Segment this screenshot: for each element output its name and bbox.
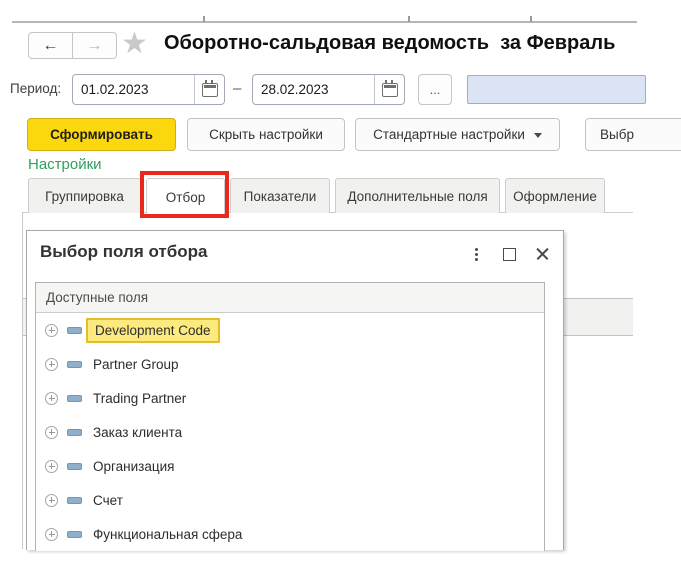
field-item[interactable]: Счет — [36, 483, 544, 517]
expand-plus-icon[interactable] — [45, 324, 58, 337]
field-dash-icon — [67, 497, 82, 504]
field-item[interactable]: Partner Group — [36, 347, 544, 381]
field-dash-icon — [67, 429, 82, 436]
expand-plus-icon[interactable] — [45, 426, 58, 439]
field-item[interactable]: Development Code — [36, 313, 544, 347]
date-from-input[interactable]: 01.02.2023 — [72, 74, 225, 105]
field-item[interactable]: Организация — [36, 449, 544, 483]
field-item-label: Partner Group — [93, 357, 179, 372]
window-maximize-button[interactable] — [501, 246, 517, 262]
available-fields-list: Доступные поля Development Code Partner … — [35, 282, 545, 551]
field-item[interactable]: Trading Partner — [36, 381, 544, 415]
window-close-button[interactable] — [534, 246, 550, 262]
field-item[interactable]: Функциональная сфера — [36, 517, 544, 551]
expand-plus-icon[interactable] — [45, 460, 58, 473]
period-extra-field[interactable] — [467, 75, 646, 104]
close-icon — [536, 248, 549, 261]
date-from-value[interactable]: 01.02.2023 — [73, 75, 194, 104]
forward-button[interactable]: → — [72, 32, 117, 59]
tab-indicators[interactable]: Показатели — [230, 178, 330, 213]
field-dash-icon — [67, 463, 82, 470]
top-divider — [12, 21, 637, 23]
calendar-icon — [382, 83, 398, 97]
dialog-title: Выбор поля отбора — [40, 242, 207, 262]
tab-appearance[interactable]: Оформление — [505, 178, 605, 213]
period-more-button[interactable]: ... — [418, 74, 452, 105]
tab-grouping[interactable]: Группировка — [28, 178, 141, 213]
dialog-window-controls — [468, 246, 550, 262]
date-to-value[interactable]: 28.02.2023 — [253, 75, 374, 104]
period-range-separator: – — [233, 80, 241, 97]
field-item-label: Development Code — [86, 318, 220, 343]
field-item-label: Организация — [93, 459, 174, 474]
field-item-label: Заказ клиента — [93, 425, 182, 440]
calendar-icon — [202, 83, 218, 97]
top-divider-tick — [203, 16, 205, 22]
back-arrow-icon: ← — [43, 37, 59, 55]
page-title: Оборотно-сальдовая ведомость за Февраль — [164, 32, 615, 55]
top-divider-tick — [408, 16, 410, 22]
date-to-input[interactable]: 28.02.2023 — [252, 74, 405, 105]
chevron-down-icon — [534, 133, 542, 142]
tab-additional-fields[interactable]: Дополнительные поля — [335, 178, 500, 213]
field-dash-icon — [67, 327, 82, 334]
field-item-label: Счет — [93, 493, 123, 508]
field-dash-icon — [67, 395, 82, 402]
top-divider-tick — [530, 16, 532, 22]
period-label: Период: — [10, 81, 61, 96]
list-header: Доступные поля — [36, 283, 544, 313]
date-from-calendar-button[interactable] — [194, 75, 224, 104]
field-dash-icon — [67, 361, 82, 368]
date-to-calendar-button[interactable] — [374, 75, 404, 104]
expand-plus-icon[interactable] — [45, 494, 58, 507]
field-item[interactable]: Заказ клиента — [36, 415, 544, 449]
standard-settings-button[interactable]: Стандартные настройки — [355, 118, 560, 151]
choose-button[interactable]: Выбр — [585, 118, 681, 151]
forward-arrow-icon: → — [87, 37, 103, 55]
tab-filter[interactable]: Отбор — [146, 178, 225, 215]
window-menu-button[interactable] — [468, 246, 484, 262]
expand-plus-icon[interactable] — [45, 358, 58, 371]
menu-dots-icon — [475, 248, 478, 251]
report-window: ← → ★ Оборотно-сальдовая ведомость за Фе… — [0, 0, 681, 579]
settings-section-label: Настройки — [28, 156, 102, 173]
favorite-star-icon[interactable]: ★ — [121, 27, 148, 61]
hide-settings-button[interactable]: Скрыть настройки — [187, 118, 345, 151]
maximize-icon — [503, 248, 516, 261]
settings-panel-border — [22, 213, 23, 549]
field-dash-icon — [67, 531, 82, 538]
expand-plus-icon[interactable] — [45, 528, 58, 541]
back-button[interactable]: ← — [28, 32, 73, 59]
generate-button[interactable]: Сформировать — [27, 118, 176, 151]
standard-settings-label: Стандартные настройки — [373, 127, 525, 142]
expand-plus-icon[interactable] — [45, 392, 58, 405]
field-item-label: Функциональная сфера — [93, 527, 242, 542]
field-item-label: Trading Partner — [93, 391, 186, 406]
field-selection-dialog: Выбор поля отбора Доступные поля Develop… — [26, 230, 564, 550]
